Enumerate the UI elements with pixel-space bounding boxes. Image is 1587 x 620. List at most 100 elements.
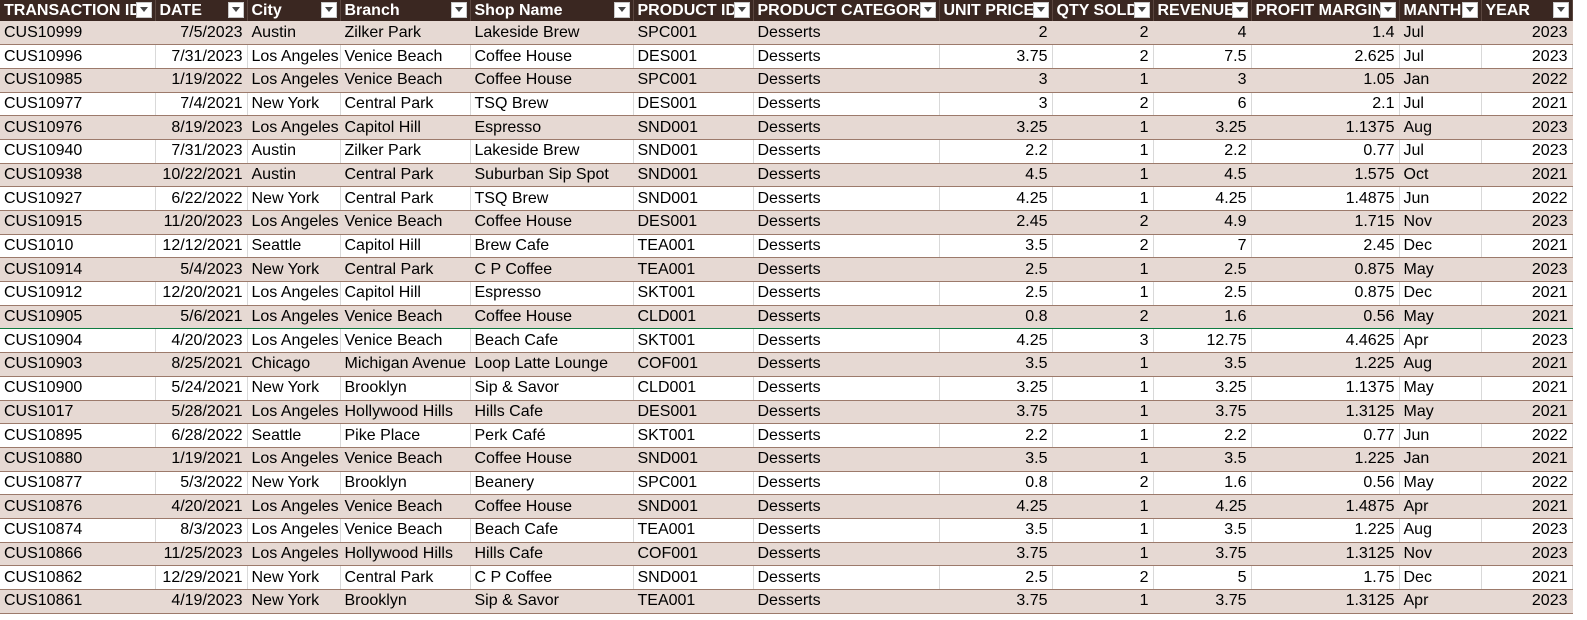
- cell-year[interactable]: 2023: [1481, 210, 1573, 235]
- cell-qty[interactable]: 1: [1052, 400, 1154, 425]
- cell-unit-price[interactable]: 2.5: [939, 281, 1053, 306]
- cell-qty[interactable]: 1: [1052, 589, 1154, 614]
- cell-unit-price[interactable]: 3.5: [939, 352, 1053, 377]
- cell-month[interactable]: Apr: [1399, 589, 1482, 614]
- cell-shop[interactable]: Loop Latte Lounge: [470, 352, 634, 377]
- cell-revenue[interactable]: 3.75: [1153, 400, 1252, 425]
- cell-qty[interactable]: 1: [1052, 542, 1154, 567]
- cell-product-id[interactable]: DES001: [633, 44, 754, 69]
- column-header-id[interactable]: TRANSACTION ID: [0, 0, 156, 21]
- cell-id[interactable]: CUS10977: [0, 92, 156, 117]
- cell-qty[interactable]: 2: [1052, 92, 1154, 117]
- cell-id[interactable]: CUS10862: [0, 565, 156, 590]
- cell-category[interactable]: Desserts: [753, 376, 940, 401]
- cell-profit[interactable]: 1.1375: [1251, 115, 1400, 140]
- cell-revenue[interactable]: 4.25: [1153, 494, 1252, 519]
- cell-id[interactable]: CUS1017: [0, 400, 156, 425]
- cell-product-id[interactable]: TEA001: [633, 518, 754, 543]
- cell-year[interactable]: 2023: [1481, 257, 1573, 283]
- cell-revenue[interactable]: 7.5: [1153, 44, 1252, 69]
- cell-qty[interactable]: 1: [1052, 423, 1154, 448]
- cell-branch[interactable]: Hollywood Hills: [340, 400, 471, 425]
- cell-branch[interactable]: Central Park: [340, 92, 471, 117]
- cell-date[interactable]: 4/20/2021: [155, 494, 248, 519]
- cell-qty[interactable]: 2: [1052, 210, 1154, 235]
- cell-category[interactable]: Desserts: [753, 163, 940, 188]
- cell-category[interactable]: Desserts: [753, 68, 940, 93]
- column-header-year[interactable]: YEAR: [1481, 0, 1573, 21]
- cell-date[interactable]: 8/19/2023: [155, 115, 248, 140]
- cell-category[interactable]: Desserts: [753, 542, 940, 567]
- cell-product-id[interactable]: COF001: [633, 542, 754, 567]
- cell-date[interactable]: 12/29/2021: [155, 565, 248, 590]
- cell-shop[interactable]: Coffee House: [470, 210, 634, 235]
- cell-city[interactable]: New York: [247, 471, 341, 496]
- cell-branch[interactable]: Capitol Hill: [340, 281, 471, 306]
- cell-revenue[interactable]: 3.25: [1153, 376, 1252, 401]
- cell-unit-price[interactable]: 3.5: [939, 447, 1053, 472]
- cell-qty[interactable]: 1: [1052, 352, 1154, 377]
- cell-branch[interactable]: Michigan Avenue: [340, 352, 471, 377]
- cell-month[interactable]: Jul: [1399, 92, 1482, 117]
- cell-product-id[interactable]: DES001: [633, 210, 754, 235]
- cell-product-id[interactable]: SND001: [633, 115, 754, 140]
- column-header-date[interactable]: DATE: [155, 0, 248, 21]
- filter-dropdown-icon[interactable]: [227, 2, 244, 18]
- cell-category[interactable]: Desserts: [753, 328, 940, 354]
- cell-date[interactable]: 4/20/2023: [155, 328, 248, 354]
- cell-unit-price[interactable]: 3.75: [939, 589, 1053, 614]
- cell-product-id[interactable]: COF001: [633, 352, 754, 377]
- cell-year[interactable]: 2021: [1481, 400, 1573, 425]
- cell-city[interactable]: Seattle: [247, 234, 341, 259]
- cell-year[interactable]: 2022: [1481, 471, 1573, 496]
- cell-qty[interactable]: 3: [1052, 328, 1154, 354]
- cell-month[interactable]: Apr: [1399, 328, 1482, 354]
- cell-date[interactable]: 11/25/2023: [155, 542, 248, 567]
- cell-date[interactable]: 12/20/2021: [155, 281, 248, 306]
- cell-month[interactable]: Apr: [1399, 494, 1482, 519]
- cell-branch[interactable]: Pike Place: [340, 423, 471, 448]
- cell-profit[interactable]: 1.225: [1251, 352, 1400, 377]
- cell-year[interactable]: 2023: [1481, 328, 1573, 354]
- cell-date[interactable]: 5/6/2021: [155, 304, 248, 330]
- cell-unit-price[interactable]: 3.75: [939, 44, 1053, 69]
- cell-shop[interactable]: Coffee House: [470, 68, 634, 93]
- cell-month[interactable]: May: [1399, 400, 1482, 425]
- cell-product-id[interactable]: DES001: [633, 92, 754, 117]
- cell-unit-price[interactable]: 0.8: [939, 304, 1053, 330]
- cell-revenue[interactable]: 4.5: [1153, 163, 1252, 188]
- filter-dropdown-icon[interactable]: [1032, 2, 1049, 18]
- column-header-product-id[interactable]: PRODUCT ID: [633, 0, 754, 21]
- cell-year[interactable]: 2021: [1481, 565, 1573, 590]
- cell-city[interactable]: New York: [247, 565, 341, 590]
- cell-unit-price[interactable]: 0.8: [939, 471, 1053, 496]
- cell-category[interactable]: Desserts: [753, 44, 940, 69]
- cell-category[interactable]: Desserts: [753, 139, 940, 164]
- cell-id[interactable]: CUS10866: [0, 542, 156, 567]
- cell-year[interactable]: 2023: [1481, 115, 1573, 140]
- cell-city[interactable]: Los Angeles: [247, 68, 341, 93]
- cell-profit[interactable]: 4.4625: [1251, 328, 1400, 354]
- cell-branch[interactable]: Zilker Park: [340, 139, 471, 164]
- cell-category[interactable]: Desserts: [753, 471, 940, 496]
- filter-dropdown-icon[interactable]: [733, 2, 750, 18]
- cell-profit[interactable]: 2.1: [1251, 92, 1400, 117]
- cell-id[interactable]: CUS10938: [0, 163, 156, 188]
- cell-shop[interactable]: Espresso: [470, 115, 634, 140]
- cell-profit[interactable]: 1.4875: [1251, 186, 1400, 211]
- filter-dropdown-icon[interactable]: [919, 2, 936, 18]
- cell-shop[interactable]: Coffee House: [470, 494, 634, 519]
- cell-product-id[interactable]: DES001: [633, 400, 754, 425]
- cell-shop[interactable]: Beach Cafe: [470, 328, 634, 354]
- cell-unit-price[interactable]: 2.5: [939, 565, 1053, 590]
- cell-shop[interactable]: Coffee House: [470, 44, 634, 69]
- cell-branch[interactable]: Hollywood Hills: [340, 542, 471, 567]
- cell-year[interactable]: 2023: [1481, 589, 1573, 614]
- cell-id[interactable]: CUS10915: [0, 210, 156, 235]
- cell-city[interactable]: Chicago: [247, 352, 341, 377]
- column-header-branch[interactable]: Branch: [340, 0, 471, 21]
- cell-shop[interactable]: TSQ Brew: [470, 92, 634, 117]
- filter-dropdown-icon[interactable]: [1552, 2, 1569, 18]
- cell-revenue[interactable]: 3.75: [1153, 542, 1252, 567]
- cell-revenue[interactable]: 3.25: [1153, 115, 1252, 140]
